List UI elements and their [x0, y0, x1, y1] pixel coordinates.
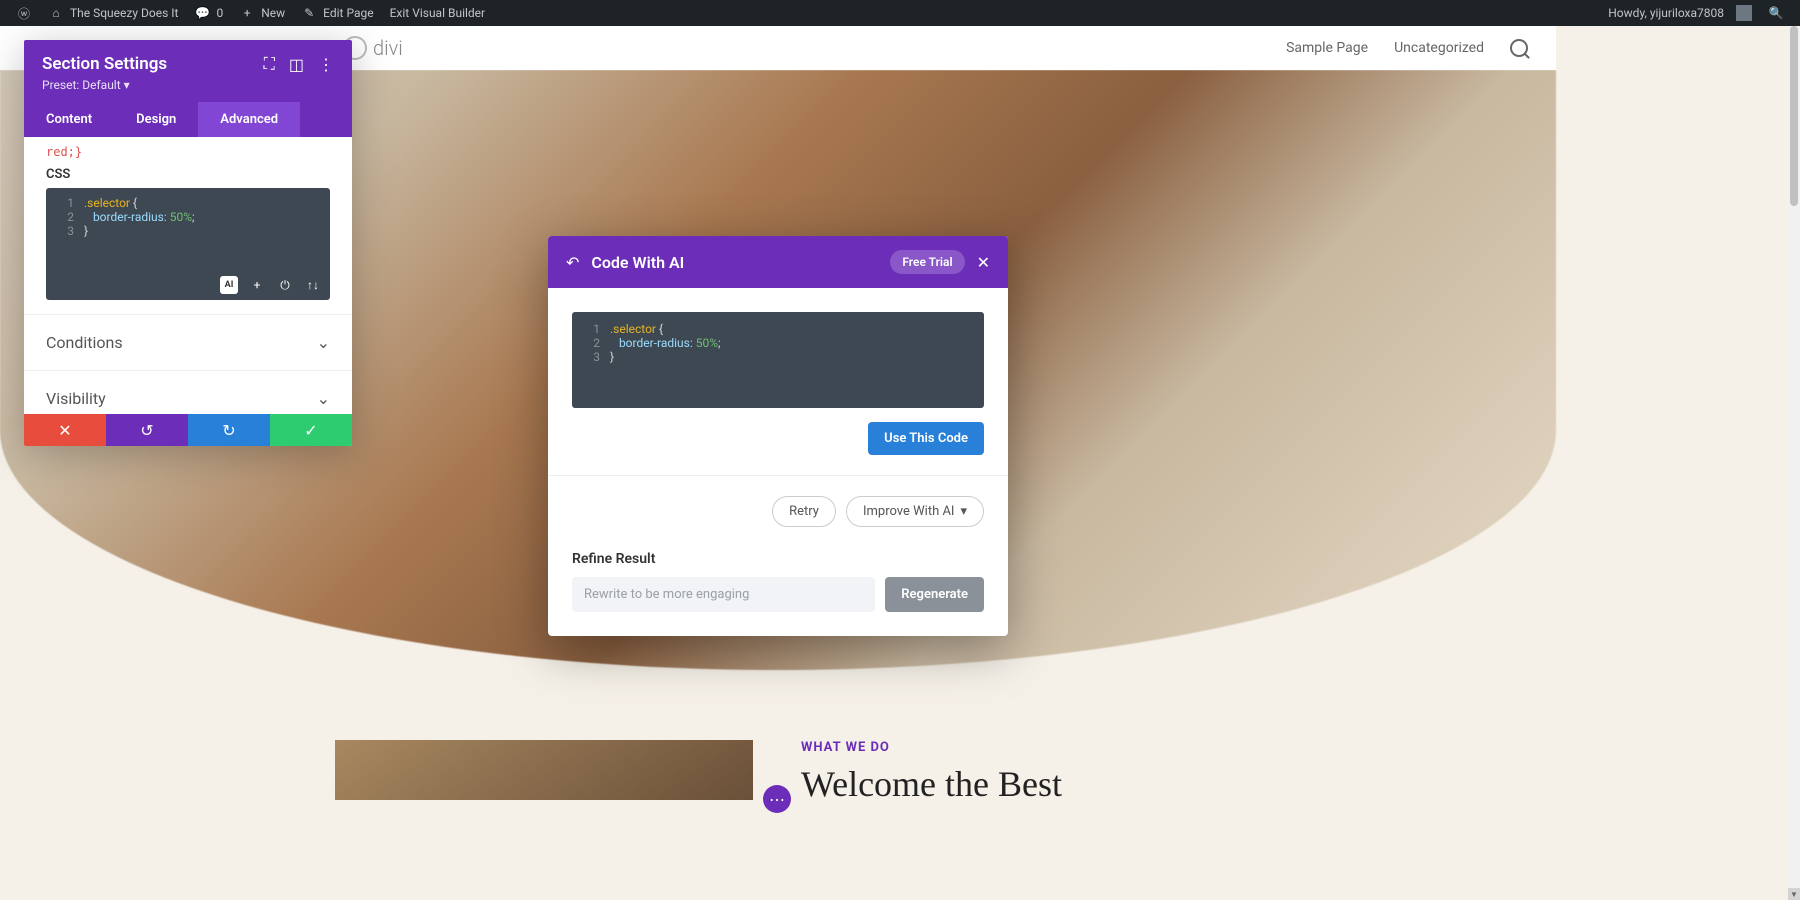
focus-icon[interactable]: ⛶ — [264, 54, 275, 74]
modal-title: Code With AI — [591, 253, 878, 272]
nav-uncategorized[interactable]: Uncategorized — [1394, 40, 1484, 56]
wp-admin-bar: ⓦ ⌂The Squeezy Does It 💬0 +New ✎Edit Pag… — [0, 0, 1800, 26]
wordpress-icon: ⓦ — [16, 5, 32, 21]
refine-label: Refine Result — [572, 551, 984, 567]
undo-button[interactable]: ↺ — [106, 414, 188, 446]
use-this-code-button[interactable]: Use This Code — [868, 422, 984, 455]
chevron-down-icon: ▾ — [960, 504, 967, 519]
accordion-conditions[interactable]: Conditions ⌄ — [24, 314, 352, 370]
chevron-down-icon: ⌄ — [317, 389, 330, 408]
code-hint: red;} — [46, 145, 330, 159]
panel-title: Section Settings — [42, 54, 167, 74]
headline-text: Welcome the Best — [801, 763, 1221, 805]
scrollbar[interactable]: ▲ ▼ — [1788, 0, 1800, 900]
back-icon[interactable]: ↶ — [566, 253, 579, 272]
refine-input[interactable] — [572, 577, 875, 612]
scroll-thumb[interactable] — [1790, 26, 1798, 206]
close-icon[interactable]: ✕ — [977, 253, 990, 272]
howdy-user[interactable]: Howdy, yijuriloxa7808 — [1600, 0, 1760, 26]
tab-advanced[interactable]: Advanced — [198, 102, 300, 137]
css-label: CSS — [46, 167, 330, 182]
pencil-icon: ✎ — [301, 5, 317, 21]
sort-icon[interactable]: ↑↓ — [304, 276, 322, 294]
nav-sample-page[interactable]: Sample Page — [1286, 40, 1368, 56]
search-icon: 🔍 — [1768, 5, 1784, 21]
panel-tabs: Content Design Advanced — [24, 102, 352, 137]
eyebrow-text: WHAT WE DO — [801, 740, 1221, 755]
avatar — [1736, 5, 1752, 21]
wp-logo[interactable]: ⓦ — [8, 0, 40, 26]
dashboard-icon: ⌂ — [48, 5, 64, 21]
free-trial-badge[interactable]: Free Trial — [890, 250, 964, 274]
tab-design[interactable]: Design — [114, 102, 198, 137]
dock-icon[interactable]: ◫ — [289, 55, 304, 74]
ai-code-preview[interactable]: 1.selector { 2 border-radius: 50%; 3} — [572, 312, 984, 408]
add-icon[interactable]: + — [248, 276, 266, 294]
save-button[interactable]: ✓ — [270, 414, 352, 446]
cancel-button[interactable]: ✕ — [24, 414, 106, 446]
scroll-down-icon[interactable]: ▼ — [1788, 888, 1800, 900]
plus-icon: + — [239, 5, 255, 21]
preset-dropdown[interactable]: Preset: Default ▾ — [42, 78, 334, 92]
new-link[interactable]: +New — [231, 0, 293, 26]
intro-image — [335, 740, 753, 800]
accordion-visibility[interactable]: Visibility ⌄ — [24, 370, 352, 414]
edit-page-link[interactable]: ✎Edit Page — [293, 0, 381, 26]
power-icon[interactable]: ⏻ — [276, 276, 294, 294]
tab-content[interactable]: Content — [24, 102, 114, 137]
site-name-link[interactable]: ⌂The Squeezy Does It — [40, 0, 186, 26]
comments-link[interactable]: 💬0 — [186, 0, 231, 26]
regenerate-button[interactable]: Regenerate — [885, 577, 984, 612]
ai-icon[interactable]: AI — [220, 276, 238, 294]
code-with-ai-modal: ↶ Code With AI Free Trial ✕ 1.selector {… — [548, 236, 1008, 636]
retry-button[interactable]: Retry — [772, 496, 836, 527]
wp-search[interactable]: 🔍 — [1760, 0, 1792, 26]
comment-icon: 💬 — [194, 5, 210, 21]
nav-search-icon[interactable] — [1510, 39, 1528, 57]
kebab-icon[interactable]: ⋮ — [318, 55, 334, 74]
intro-section: ⋯ WHAT WE DO Welcome the Best — [0, 700, 1556, 845]
chat-bubble-icon[interactable]: ⋯ — [763, 785, 791, 813]
improve-with-ai-button[interactable]: Improve With AI▾ — [846, 496, 984, 527]
redo-button[interactable]: ↻ — [188, 414, 270, 446]
chevron-down-icon: ⌄ — [317, 333, 330, 352]
section-settings-panel: Section Settings ⛶ ◫ ⋮ Preset: Default ▾… — [24, 40, 352, 446]
exit-builder-link[interactable]: Exit Visual Builder — [382, 0, 494, 26]
css-editor[interactable]: 1.selector { 2 border-radius: 50%; 3} AI… — [46, 188, 330, 300]
panel-actions: ✕ ↺ ↻ ✓ — [24, 414, 352, 446]
